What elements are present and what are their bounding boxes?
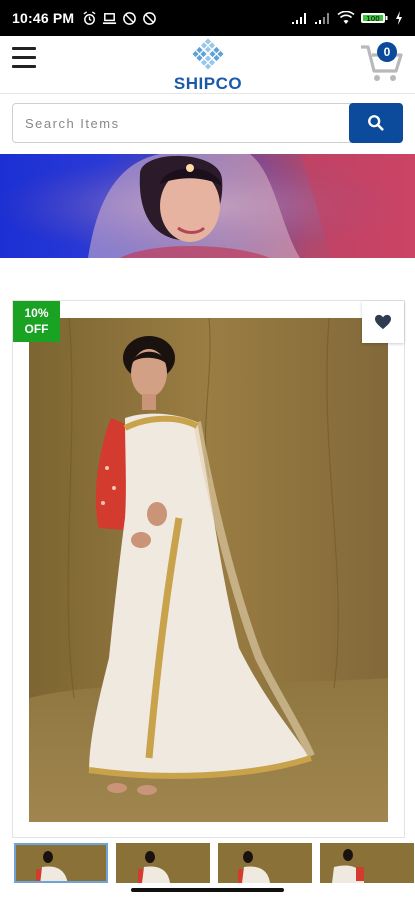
- status-time: 10:46 PM: [12, 10, 75, 26]
- wifi-icon: [337, 11, 355, 24]
- thumbnail-strip: [14, 843, 415, 883]
- menu-button[interactable]: [12, 47, 36, 71]
- thumbnail[interactable]: [218, 843, 312, 883]
- thumbnail-image: [320, 843, 414, 883]
- search-button[interactable]: [349, 103, 403, 143]
- logo-text: SHIPCO: [173, 74, 243, 93]
- search-input[interactable]: [13, 104, 349, 142]
- battery-icon: 100: [361, 13, 388, 23]
- alarm-icon: [83, 10, 96, 25]
- cart-count-badge: 0: [377, 42, 397, 62]
- system-icons: 100: [291, 11, 403, 25]
- signal-icon: [292, 13, 306, 24]
- wishlist-button[interactable]: [362, 301, 404, 343]
- logo[interactable]: SHIPCO: [170, 37, 246, 93]
- banner-image: [0, 154, 415, 258]
- promo-banner[interactable]: [0, 154, 415, 258]
- svg-text:100: 100: [366, 15, 379, 23]
- home-indicator[interactable]: [131, 888, 284, 892]
- search-icon: [368, 115, 384, 131]
- status-bar: 10:46 PM 100: [0, 0, 415, 36]
- menu-icon: [12, 47, 36, 50]
- discount-badge: 10% OFF: [13, 301, 60, 342]
- thumbnail-image: [116, 843, 210, 883]
- notification-icons: [82, 10, 157, 26]
- thumbnail-image: [16, 845, 106, 881]
- app-header: SHIPCO 0: [0, 36, 415, 94]
- logo-icon: [192, 38, 224, 70]
- laptop-icon: [103, 12, 117, 24]
- charging-icon: [396, 11, 402, 25]
- thumbnail[interactable]: [320, 843, 414, 883]
- blocked-icon: [143, 11, 157, 25]
- thumbnail[interactable]: [116, 843, 210, 883]
- search-bar: [12, 103, 403, 143]
- product-photo: [29, 318, 388, 822]
- thumbnail-image: [218, 843, 312, 883]
- signal-icon: [315, 13, 329, 24]
- discount-percent: 10%: [24, 306, 49, 320]
- thumbnail[interactable]: [14, 843, 108, 883]
- cart-button[interactable]: 0: [359, 39, 405, 85]
- heart-icon: [375, 314, 391, 330]
- discount-label: OFF: [24, 322, 49, 336]
- blocked-icon: [123, 11, 137, 25]
- product-image[interactable]: [29, 318, 388, 822]
- product-card[interactable]: 10% OFF: [12, 300, 405, 838]
